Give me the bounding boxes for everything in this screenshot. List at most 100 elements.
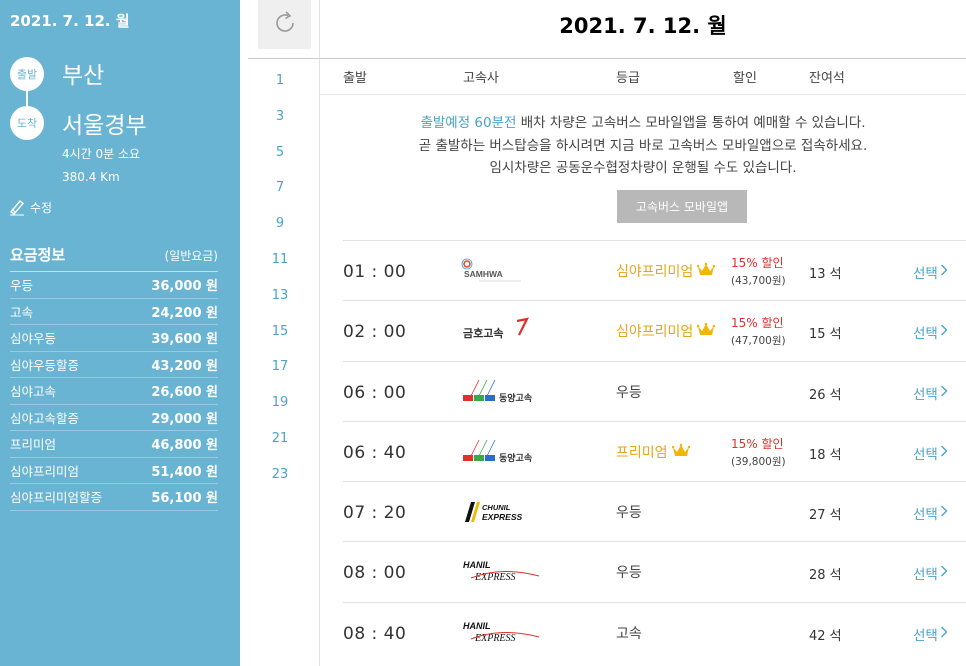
mobile-app-button[interactable]: 고속버스 모바일앱 [617,190,747,223]
hour-5[interactable]: 5 [265,145,295,160]
table-row: 08 : 00 HANIL EXPRESS 우등 28 석 선택 [343,541,966,601]
discount-percent: 15% 할인 [731,316,784,331]
select-button[interactable]: 선택 [913,322,948,342]
chevron-right-icon [940,505,948,521]
hour-13[interactable]: 13 [265,288,295,303]
select-label: 선택 [913,266,938,282]
kumho-logo: 금호고속 [461,317,551,349]
dongyang-logo: 동양고속 [461,439,551,470]
select-button[interactable]: 선택 [913,624,948,644]
grade-label: 고속 [616,625,642,642]
departure-time: 07 : 20 [343,503,407,524]
table-row: 06 : 00 동양고속 우등 26 석 선택 [343,360,966,421]
company-logo: 금호고속 [461,315,551,345]
departure-time: 08 : 00 [343,563,407,584]
hour-15[interactable]: 15 [265,324,295,339]
select-button[interactable]: 선택 [913,503,948,523]
fare-price: 29,000 원 [151,411,218,427]
hour-11[interactable]: 11 [265,252,295,267]
trip-distance: 380.4 Km [62,170,120,184]
select-label: 선택 [913,507,938,524]
grade-label: 우등 [616,565,642,582]
edit-route-label: 수정 [30,200,53,215]
grade-label: 심야프리미엄 [616,324,694,341]
departure-city: 부산 [62,63,105,89]
select-label: 선택 [913,627,938,644]
fare-row: 심야프리미엄 51,400 원 [10,458,218,484]
discount-info: 15% 할인 (47,700원) [731,314,786,348]
svg-text:HANIL: HANIL [463,560,491,570]
fare-price: 51,400 원 [151,464,218,480]
bus-grade: 우등 [616,562,642,582]
column-header-seats: 잔여석 [809,71,845,86]
svg-text:금호고속: 금호고속 [463,326,503,340]
discount-percent: 15% 할인 [731,436,784,451]
departure-badge: 출발 [10,57,44,91]
fare-row: 심야고속할증 29,000 원 [10,405,218,431]
fare-row: 심야우등 39,600 원 [10,325,218,352]
hour-17[interactable]: 17 [265,359,295,374]
hour-3[interactable]: 3 [265,109,295,124]
company-logo: SAMHWA [461,255,551,285]
select-button[interactable]: 선택 [913,383,948,403]
chevron-right-icon [940,385,948,401]
remaining-seats: 27 석 [809,508,842,524]
chevron-right-icon [940,445,948,461]
hour-23[interactable]: 23 [265,467,295,482]
sidebar: 2021. 7. 12. 월 출발 부산 도착 서울경부 4시간 0분 소요 3… [0,0,240,666]
notice-line2: 곧 출발하는 버스탑승을 하시려면 지금 바로 고속버스 모바일앱으로 접속하세… [418,137,868,154]
hour-21[interactable]: 21 [265,431,295,446]
crown-icon [671,443,690,461]
hour-19[interactable]: 19 [265,395,295,410]
schedule-table: 01 : 00 SAMHWA 심야프리미엄 15% 할인 (43,700원) 13 석 선택… [343,240,966,662]
fare-list: 우등 36,000 원 고속 24,200 원 심야우등 39,600 원 심야우등할증 43… [10,272,218,511]
fare-row: 심야고속 26,600 원 [10,378,218,405]
company-logo: 동양고속 [461,436,551,466]
fare-row: 프리미엄 46,800 원 [10,431,218,458]
header-divider-bottom [320,94,966,95]
bus-grade: 우등 [616,502,642,522]
bus-grade: 고속 [616,623,642,643]
refresh-button[interactable] [258,0,311,49]
fare-price: 46,800 원 [151,438,218,454]
departure-time: 06 : 00 [343,382,407,403]
bus-grade: 심야프리미엄 [616,321,716,341]
discount-price: (47,700원) [731,335,786,348]
fare-name: 심야고속할증 [10,410,80,426]
hour-9[interactable]: 9 [265,216,295,231]
svg-text:동양고속: 동양고속 [499,452,532,464]
select-button[interactable]: 선택 [913,443,948,463]
refresh-icon [271,9,299,41]
column-header-company: 고속사 [463,71,499,86]
select-button[interactable]: 선택 [913,262,948,282]
fare-price: 24,200 원 [151,305,218,321]
sidebar-date: 2021. 7. 12. 월 [10,12,130,30]
crown-icon [696,262,716,280]
hour-7[interactable]: 7 [265,180,295,195]
arrival-city: 서울경부 [62,113,147,139]
fare-name: 우등 [10,278,34,294]
grade-label: 프리미엄 [616,444,668,461]
discount-price: (39,800원) [731,455,786,468]
chunil-logo: CHUNIL EXPRESS [461,502,551,530]
remaining-seats: 28 석 [809,568,842,584]
remaining-seats: 26 석 [809,387,842,403]
select-button[interactable]: 선택 [913,563,948,583]
remaining-seats: 13 석 [809,267,842,282]
fare-row: 심야우등할증 43,200 원 [10,352,218,378]
svg-text:HANIL: HANIL [463,621,491,631]
column-header-depart: 출발 [343,71,367,86]
crown-icon [696,322,716,340]
company-logo: HANIL EXPRESS [461,617,551,647]
discount-info: 15% 할인 (39,800원) [731,435,786,469]
bus-grade: 심야프리미엄 [616,261,716,281]
hour-1[interactable]: 1 [265,73,295,88]
departure-time: 08 : 40 [343,623,407,644]
discount-percent: 15% 할인 [731,256,784,270]
edit-route-button[interactable]: 수정 [8,198,52,216]
fare-name: 심야고속 [10,384,57,400]
fare-row: 고속 24,200 원 [10,299,218,325]
departure-time: 02 : 00 [343,322,407,343]
table-row: 06 : 40 동양고속 프리미엄 15% 할인 (39,800원) 18 석 선택 [343,420,966,481]
company-logo: CHUNIL EXPRESS [461,496,551,526]
